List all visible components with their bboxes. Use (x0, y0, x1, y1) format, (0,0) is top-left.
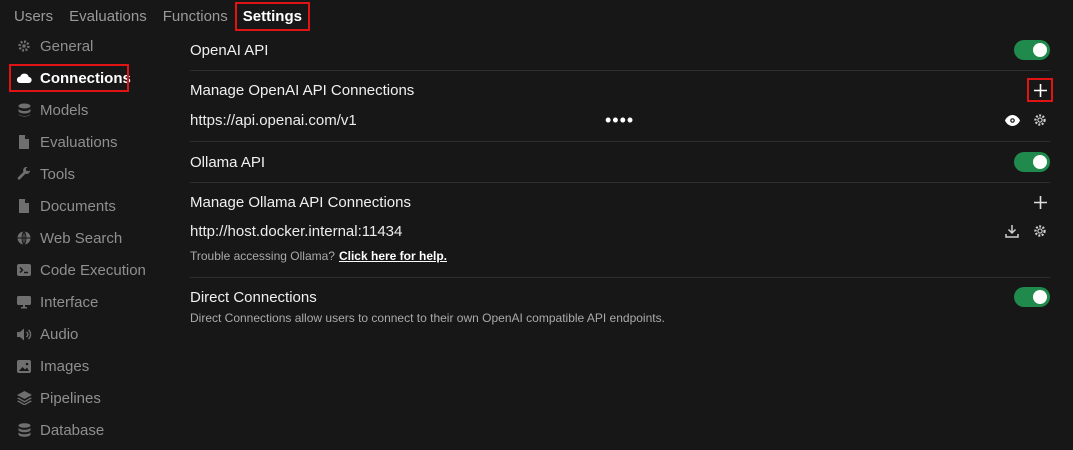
openai-manage-row: Manage OpenAI API Connections (190, 72, 1053, 108)
sidebar-item-label: General (40, 37, 94, 55)
sidebar-item-tools[interactable]: Tools (0, 158, 170, 190)
add-openai-connection-button[interactable] (1027, 78, 1053, 102)
sidebar-item-label: Tools (40, 165, 76, 183)
openai-connection-settings-button[interactable] (1030, 110, 1050, 130)
sidebar-item-label: Images (40, 357, 90, 375)
sidebar-item-label: Database (40, 421, 105, 439)
terminal-icon (16, 262, 32, 278)
gear-icon (1034, 114, 1046, 126)
direct-connections-row: Direct Connections (190, 279, 1050, 315)
direct-connections-title: Direct Connections (190, 288, 317, 306)
openai-api-key-masked[interactable]: •••• (605, 110, 634, 131)
database-icon (16, 422, 32, 438)
openai-connection-url[interactable]: https://api.openai.com/v1 (190, 112, 490, 129)
sidebar-item-label: Web Search (40, 229, 123, 247)
ollama-manage-row: Manage Ollama API Connections (190, 184, 1050, 220)
stack-icon (16, 102, 32, 118)
sidebar-item-label: Pipelines (40, 389, 101, 407)
show-key-button[interactable] (1002, 110, 1022, 130)
ollama-connection-settings-button[interactable] (1030, 221, 1050, 241)
plus-icon (1033, 83, 1047, 97)
openai-api-row: OpenAI API (190, 30, 1050, 70)
sidebar-item-label: Interface (40, 293, 99, 311)
sidebar-item-database[interactable]: Database (0, 414, 170, 446)
openai-connection-row: https://api.openai.com/v1 •••• (190, 108, 1050, 132)
sidebar-item-evaluations[interactable]: Evaluations (0, 126, 170, 158)
document-icon (16, 198, 32, 214)
sidebar-item-label: Models (40, 101, 89, 119)
cloud-icon (16, 70, 32, 86)
sidebar-item-models[interactable]: Models (0, 94, 170, 126)
sidebar-item-images[interactable]: Images (0, 350, 170, 382)
wrench-icon (16, 166, 32, 182)
sidebar-item-label: Code Execution (40, 261, 146, 279)
ollama-help-link[interactable]: Click here for help. (339, 249, 447, 263)
globe-icon (16, 230, 32, 246)
openai-manage-title: Manage OpenAI API Connections (190, 81, 415, 99)
ollama-api-row: Ollama API (190, 142, 1050, 182)
download-icon (1005, 225, 1019, 238)
plus-icon (1033, 195, 1047, 209)
add-ollama-connection-button[interactable] (1030, 192, 1050, 212)
ollama-help-text: Trouble accessing Ollama? (190, 249, 335, 263)
ollama-api-toggle[interactable] (1014, 152, 1050, 172)
gear-icon (1034, 225, 1046, 237)
tab-users[interactable]: Users (14, 8, 53, 25)
ollama-manage-title: Manage Ollama API Connections (190, 193, 411, 211)
direct-connections-toggle[interactable] (1014, 287, 1050, 307)
image-icon (16, 358, 32, 374)
monitor-icon (16, 294, 32, 310)
ollama-connection-url[interactable]: http://host.docker.internal:11434 (190, 223, 402, 240)
openai-api-toggle[interactable] (1014, 40, 1050, 60)
sidebar-item-label: Documents (40, 197, 116, 215)
ollama-api-title: Ollama API (190, 153, 266, 171)
connections-panel: OpenAI API Manage OpenAI API Connections… (190, 30, 1053, 325)
sidebar-item-label: Connections (40, 69, 131, 87)
speaker-icon (16, 326, 32, 342)
eye-icon (1004, 114, 1020, 126)
sidebar-item-audio[interactable]: Audio (0, 318, 170, 350)
tab-functions[interactable]: Functions (163, 8, 228, 25)
divider (190, 182, 1050, 183)
ollama-connection-row: http://host.docker.internal:11434 (190, 220, 1050, 242)
ollama-help-line: Trouble accessing Ollama? Click here for… (190, 242, 1050, 270)
divider (190, 277, 1050, 278)
tab-settings[interactable]: Settings (234, 1, 310, 31)
sidebar-item-general[interactable]: General (0, 30, 170, 62)
document-icon (16, 134, 32, 150)
sidebar-item-pipelines[interactable]: Pipelines (0, 382, 170, 414)
sidebar-item-interface[interactable]: Interface (0, 286, 170, 318)
layers-icon (16, 390, 32, 406)
sidebar-item-code-execution[interactable]: Code Execution (0, 254, 170, 286)
divider (190, 70, 1050, 71)
gear-icon (16, 38, 32, 54)
sidebar-item-connections[interactable]: Connections (9, 64, 131, 92)
sidebar-item-documents[interactable]: Documents (0, 190, 170, 222)
openai-api-title: OpenAI API (190, 41, 269, 59)
manage-models-download-button[interactable] (1002, 221, 1022, 241)
tab-evaluations[interactable]: Evaluations (69, 8, 147, 25)
settings-sidebar: General Connections Models Evaluations T… (0, 30, 170, 446)
sidebar-item-label: Audio (40, 325, 79, 343)
top-tab-bar: Users Evaluations Functions Settings (0, 0, 310, 32)
sidebar-item-label: Evaluations (40, 133, 118, 151)
direct-connections-description: Direct Connections allow users to connec… (190, 311, 665, 325)
sidebar-item-web-search[interactable]: Web Search (0, 222, 170, 254)
